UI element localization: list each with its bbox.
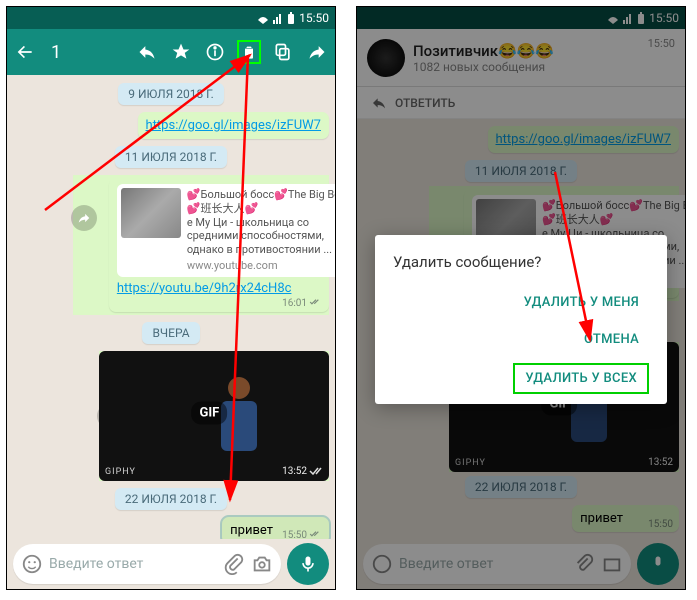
cancel-button[interactable]: ОТМЕНА xyxy=(574,326,649,353)
youtube-link[interactable]: https://youtu.be/9h2rx24cH8c xyxy=(117,281,292,296)
back-icon[interactable] xyxy=(13,40,37,64)
copy-icon[interactable] xyxy=(271,40,295,64)
selection-header: 1 xyxy=(7,29,335,75)
message-gif[interactable]: GIF GIPHY 13:52 xyxy=(99,351,329,481)
youtube-title: 💕Большой босс💕The Big Boss💕班长大人💕 xyxy=(187,188,335,216)
phone-left: 15:50 1 9 ИЮЛЯ 2018 Г. https://goo.gl/im… xyxy=(6,6,336,590)
phone-right: 15:50 Позитивчик😂😂😂 1082 новых сообщения… xyxy=(356,6,686,590)
mic-button[interactable] xyxy=(287,543,329,585)
input-placeholder: Введите ответ xyxy=(49,556,217,572)
gif-badge: GIF xyxy=(191,401,227,424)
message-youtube[interactable]: 💕Большой босс💕The Big Boss💕班长大人💕 е Му Ци… xyxy=(73,175,329,315)
status-time: 15:50 xyxy=(299,11,329,25)
chat-area[interactable]: 9 ИЮЛЯ 2018 Г. https://goo.gl/images/izF… xyxy=(7,75,335,539)
message-selected[interactable]: привет 15:50 xyxy=(222,517,329,540)
dialog-title: Удалить сообщение? xyxy=(393,253,649,271)
youtube-preview[interactable]: 💕Большой босс💕The Big Boss💕班长大人💕 е Му Ци… xyxy=(117,184,335,277)
info-icon[interactable] xyxy=(203,40,227,64)
sent-tick-icon xyxy=(309,466,323,476)
message-link[interactable]: https://goo.gl/images/izFUW7 xyxy=(138,112,329,139)
reply-icon[interactable] xyxy=(135,40,159,64)
giphy-brand: GIPHY xyxy=(105,467,136,477)
selected-count: 1 xyxy=(47,42,61,63)
attach-icon[interactable] xyxy=(223,553,245,575)
sent-tick-icon xyxy=(309,297,323,310)
youtube-thumbnail xyxy=(121,188,181,238)
date-chip: 22 ИЮЛЯ 2018 Г. xyxy=(115,488,227,510)
youtube-desc: е Му Ци - школьница со средними способно… xyxy=(187,216,335,257)
delete-for-me-button[interactable]: УДАЛИТЬ У МЕНЯ xyxy=(514,289,649,316)
wifi-icon xyxy=(257,12,269,24)
date-chip: ВЧЕРА xyxy=(142,322,199,344)
link-text[interactable]: https://goo.gl/images/izFUW7 xyxy=(146,118,321,133)
camera-icon[interactable] xyxy=(251,553,273,575)
delete-icon[interactable] xyxy=(237,40,261,64)
sent-tick-icon xyxy=(309,529,323,540)
star-icon[interactable] xyxy=(169,40,193,64)
input-bar: Введите ответ xyxy=(7,539,335,589)
gif-time: 13:52 xyxy=(282,466,307,477)
forward-circle-icon[interactable] xyxy=(71,205,97,231)
delete-dialog: Удалить сообщение? УДАЛИТЬ У МЕНЯ ОТМЕНА… xyxy=(375,235,667,404)
emoji-icon[interactable] xyxy=(21,553,43,575)
msg-text: привет xyxy=(230,523,273,538)
battery-icon xyxy=(287,12,295,24)
delete-for-everyone-button[interactable]: УДАЛИТЬ У ВСЕХ xyxy=(513,363,649,394)
youtube-domain: www.youtube.com xyxy=(187,259,335,273)
forward-icon[interactable] xyxy=(305,40,329,64)
message-input[interactable]: Введите ответ xyxy=(13,544,281,584)
date-chip: 11 ИЮЛЯ 2018 Г. xyxy=(115,146,227,168)
date-chip: 9 ИЮЛЯ 2018 Г. xyxy=(118,83,223,105)
signal-icon xyxy=(273,12,283,24)
msg-time: 16:01 xyxy=(282,298,307,309)
status-bar: 15:50 xyxy=(7,7,335,29)
msg-time: 15:50 xyxy=(282,530,307,540)
